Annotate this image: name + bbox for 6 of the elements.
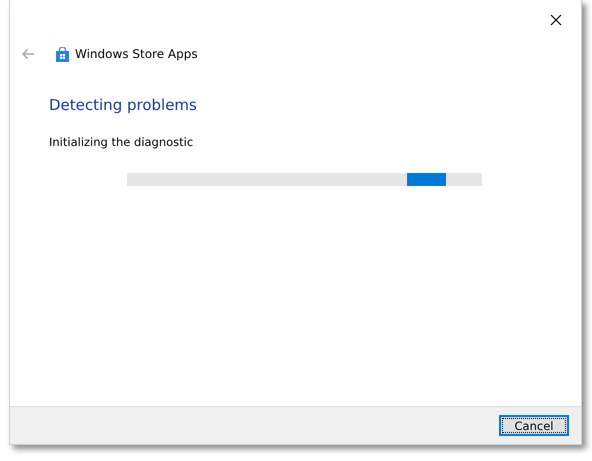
page-heading: Detecting problems (49, 96, 197, 114)
cancel-button[interactable]: Cancel (499, 415, 569, 436)
shopping-bag-icon (55, 46, 70, 62)
status-text: Initializing the diagnostic (49, 135, 194, 149)
close-icon[interactable] (550, 14, 562, 26)
window-title: Windows Store Apps (75, 47, 198, 61)
